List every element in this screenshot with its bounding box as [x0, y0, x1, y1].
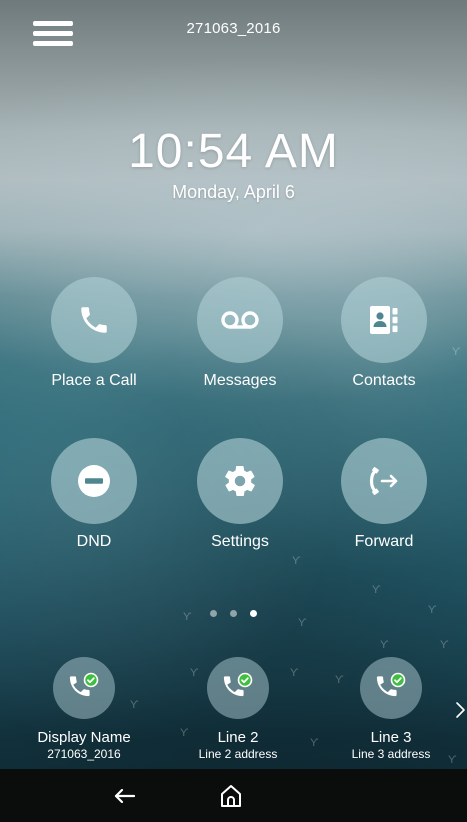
messages-label: Messages	[203, 372, 277, 389]
line-key-1[interactable]: Display Name 271063_2016	[14, 657, 154, 761]
wallpaper-sparkle: ϒ	[380, 639, 389, 651]
forward-call-icon	[341, 438, 427, 524]
settings-label: Settings	[211, 533, 269, 550]
dnd-button[interactable]: DND	[24, 438, 164, 551]
clock-date: Monday, April 6	[172, 182, 295, 202]
dnd-label: DND	[76, 533, 112, 550]
registered-line-icon	[207, 657, 269, 719]
page-indicator	[0, 610, 467, 617]
phone-home-screen: ϒ ϒ ϒ ϒ ϒ ϒ ϒ ϒ ϒ ϒ ϒ ϒ ϒ ϒ ϒ 271063_201…	[0, 0, 467, 822]
forward-button[interactable]: Forward	[314, 438, 454, 551]
wallpaper-sparkle: ϒ	[298, 617, 307, 629]
gear-icon	[197, 438, 283, 524]
line-key-3[interactable]: Line 3 Line 3 address	[321, 657, 461, 761]
registered-line-icon	[53, 657, 115, 719]
voicemail-icon	[197, 277, 283, 363]
forward-label: Forward	[354, 533, 414, 550]
top-bar: 271063_2016	[0, 0, 467, 62]
home-icon[interactable]	[214, 779, 248, 813]
line-address: 271063_2016	[47, 747, 121, 761]
contacts-label: Contacts	[352, 372, 416, 389]
settings-button[interactable]: Settings	[170, 438, 310, 551]
page-dot[interactable]	[210, 610, 217, 617]
account-title: 271063_2016	[186, 20, 281, 37]
line-name: Display Name	[37, 729, 131, 746]
line-name: Line 3	[370, 729, 412, 746]
wallpaper-sparkle: ϒ	[440, 639, 449, 651]
place-a-call-button[interactable]: Place a Call	[24, 277, 164, 390]
contacts-button[interactable]: Contacts	[314, 277, 454, 390]
page-dot-active[interactable]	[250, 610, 257, 617]
line-address: Line 3 address	[351, 747, 431, 761]
dnd-icon	[51, 438, 137, 524]
back-arrow-icon[interactable]	[108, 779, 142, 813]
page-dot[interactable]	[230, 610, 237, 617]
messages-button[interactable]: Messages	[170, 277, 310, 390]
line-address: Line 2 address	[198, 747, 278, 761]
chevron-right-icon[interactable]	[454, 697, 467, 723]
clock-time: 10:54 AM	[128, 125, 339, 178]
phone-icon	[51, 277, 137, 363]
wallpaper-sparkle: ϒ	[292, 555, 301, 567]
line-key-2[interactable]: Line 2 Line 2 address	[168, 657, 308, 761]
contacts-icon	[341, 277, 427, 363]
wallpaper-sparkle: ϒ	[310, 737, 319, 749]
navigation-bar	[0, 769, 467, 822]
wallpaper-sparkle: ϒ	[372, 584, 381, 596]
registered-line-icon	[360, 657, 422, 719]
place-a-call-label: Place a Call	[51, 372, 137, 389]
line-name: Line 2	[217, 729, 259, 746]
